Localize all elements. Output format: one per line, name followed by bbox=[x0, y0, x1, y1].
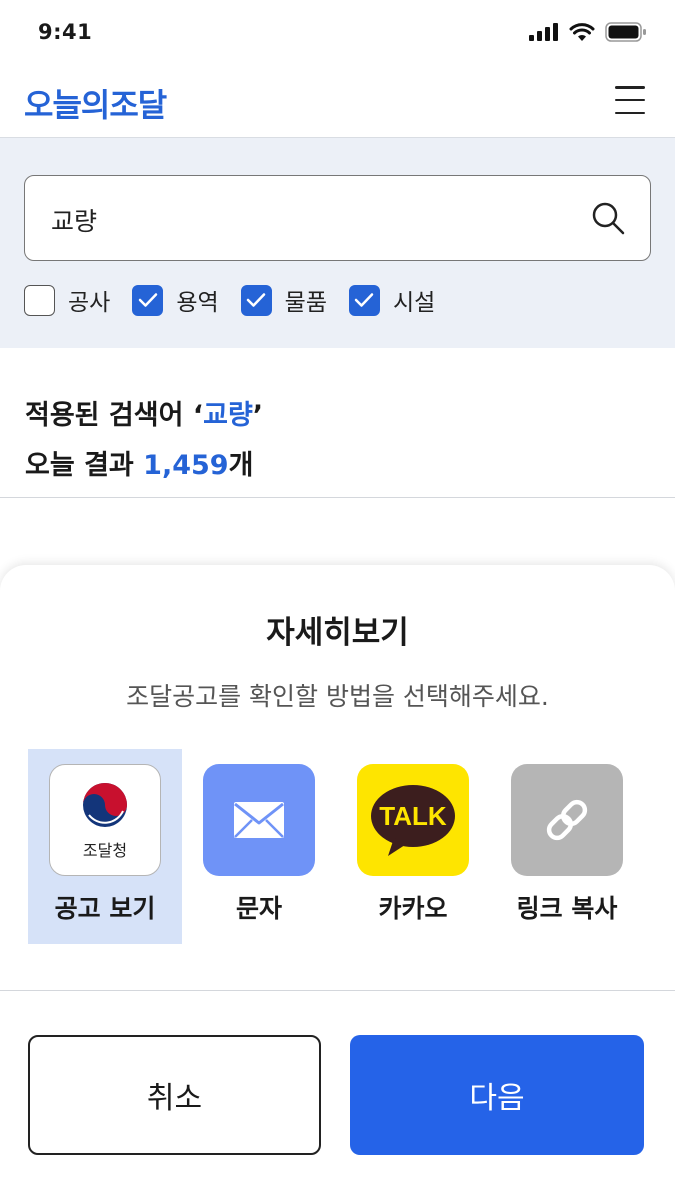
option-copy-link[interactable]: 링크 복사 bbox=[490, 749, 644, 944]
status-icons bbox=[529, 22, 647, 42]
link-tile[interactable] bbox=[511, 764, 623, 876]
sms-tile[interactable] bbox=[203, 764, 315, 876]
applied-keyword-prefix: 적용된 검색어 ‘ bbox=[25, 400, 204, 431]
filter-label: 용역 bbox=[176, 290, 219, 316]
wifi-icon bbox=[569, 22, 595, 41]
option-label: 공고 보기 bbox=[54, 894, 156, 923]
search-area: 교량 공사 용역 물품 시설 bbox=[0, 138, 675, 348]
option-view-notice[interactable]: 조달청 공고 보기 bbox=[28, 749, 182, 944]
gov-emblem-icon bbox=[83, 783, 127, 827]
battery-icon bbox=[605, 22, 646, 42]
checkbox-checked[interactable] bbox=[240, 284, 272, 316]
filter-label: 물품 bbox=[284, 290, 327, 316]
option-label: 문자 bbox=[235, 894, 282, 923]
applied-keyword: 교량 bbox=[203, 400, 253, 431]
category-filters: 공사 용역 물품 시설 bbox=[24, 283, 457, 317]
envelope-icon bbox=[234, 802, 284, 838]
result-count-prefix: 오늘 결과 bbox=[25, 450, 144, 481]
checkmark-icon bbox=[355, 293, 374, 307]
checkmark-icon bbox=[138, 293, 158, 307]
result-count-line: 오늘 결과 1,459개 bbox=[25, 443, 253, 482]
divider bbox=[0, 990, 675, 991]
kakao-tile-text: TALK bbox=[379, 801, 447, 831]
gov-tile[interactable]: 조달청 bbox=[49, 764, 161, 876]
share-bottom-sheet: 자세히보기 조달공고를 확인할 방법을 선택해주세요. 조달청 공고 보기 문자… bbox=[0, 565, 675, 1200]
result-count-suffix: 개 bbox=[228, 450, 254, 481]
kakao-tile[interactable]: TALK bbox=[357, 764, 469, 876]
link-icon bbox=[546, 799, 588, 841]
filter-label: 시설 bbox=[392, 290, 436, 316]
search-input-value: 교량 bbox=[51, 207, 98, 236]
applied-keyword-line: 적용된 검색어 ‘교량’ bbox=[25, 393, 263, 432]
filter-goods[interactable]: 물품 bbox=[240, 283, 327, 317]
status-time: 9:41 bbox=[38, 20, 93, 44]
share-options: 조달청 공고 보기 문자 TALK 카카오 링크 복사 bbox=[28, 749, 644, 944]
option-kakao[interactable]: TALK 카카오 bbox=[336, 749, 490, 944]
kakaotalk-icon: TALK bbox=[371, 785, 455, 856]
cancel-button[interactable]: 취소 bbox=[28, 1035, 321, 1155]
result-count: 1,459 bbox=[143, 450, 229, 481]
filter-facility[interactable]: 시설 bbox=[348, 283, 436, 317]
search-input[interactable]: 교량 bbox=[24, 175, 651, 261]
filter-label: 공사 bbox=[68, 290, 111, 316]
sheet-subtitle: 조달공고를 확인할 방법을 선택해주세요. bbox=[126, 682, 549, 711]
filter-construction[interactable]: 공사 bbox=[24, 283, 110, 317]
hamburger-menu-icon[interactable] bbox=[615, 86, 645, 114]
option-sms[interactable]: 문자 bbox=[182, 749, 336, 944]
gov-tile-text: 조달청 bbox=[82, 841, 128, 860]
applied-keyword-suffix: ’ bbox=[252, 400, 264, 431]
search-icon[interactable] bbox=[590, 200, 626, 236]
option-label: 링크 복사 bbox=[516, 894, 618, 923]
status-bar: 9:41 bbox=[0, 0, 675, 64]
cellular-signal-icon bbox=[529, 23, 558, 41]
option-label: 카카오 bbox=[378, 894, 448, 923]
checkmark-icon bbox=[246, 293, 266, 307]
checkbox-unchecked[interactable] bbox=[24, 284, 55, 316]
app-header: 오늘의조달 bbox=[0, 64, 675, 138]
checkbox-checked[interactable] bbox=[348, 284, 380, 316]
checkbox-checked[interactable] bbox=[132, 284, 164, 316]
filter-service[interactable]: 용역 bbox=[132, 283, 219, 317]
app-logo[interactable]: 오늘의조달 bbox=[24, 80, 167, 126]
next-button[interactable]: 다음 bbox=[350, 1035, 644, 1155]
results-summary: 적용된 검색어 ‘교량’ 오늘 결과 1,459개 bbox=[0, 348, 675, 498]
sheet-title: 자세히보기 bbox=[266, 615, 409, 651]
